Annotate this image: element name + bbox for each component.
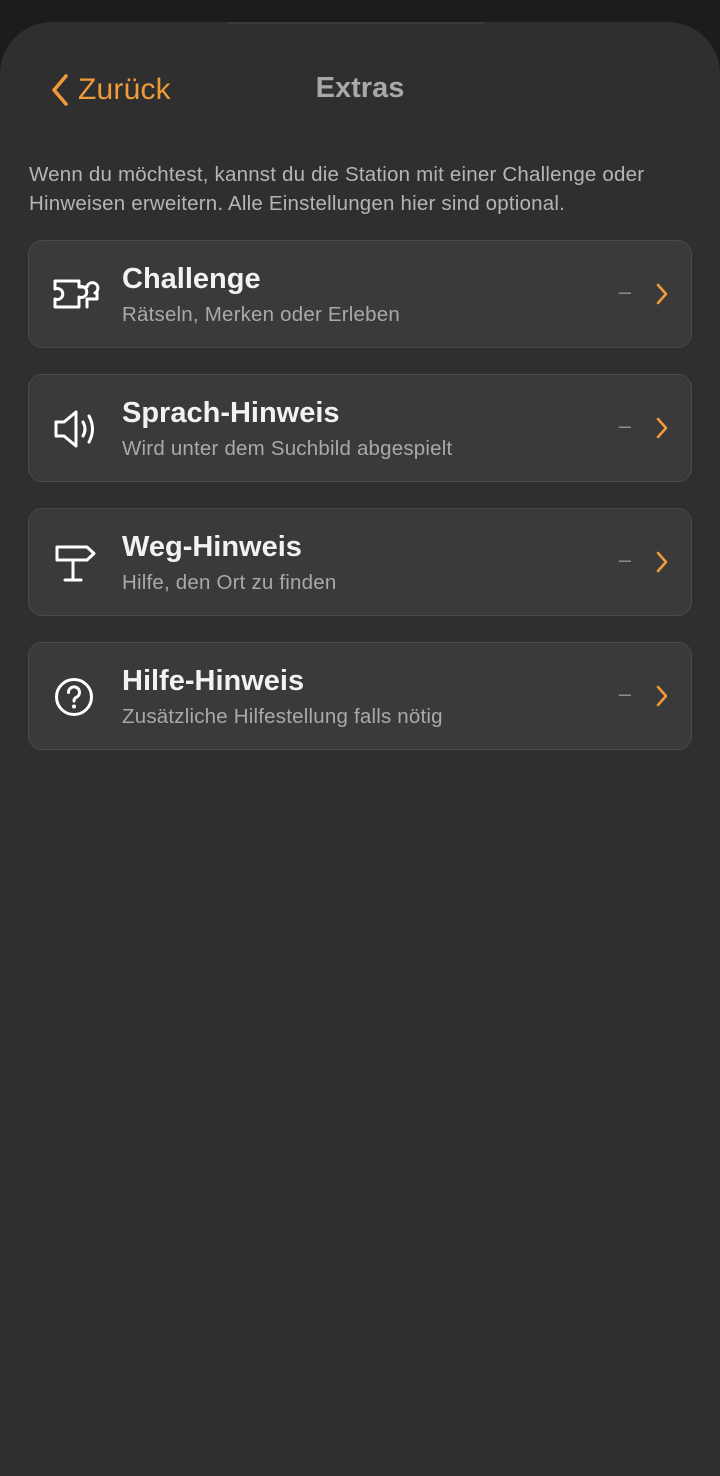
extras-list: Challenge Rätseln, Merken oder Erleben –… <box>28 240 692 776</box>
list-item-title: Weg-Hinweis <box>122 531 302 563</box>
chevron-right-icon <box>655 551 669 573</box>
puzzle-icon <box>51 271 101 319</box>
list-item-subtitle: Zusätzliche Hilfestellung falls nötig <box>122 705 443 728</box>
list-item-hilfe-hinweis[interactable]: Hilfe-Hinweis Zusätzliche Hilfestellung … <box>28 642 692 750</box>
list-item-subtitle: Wird unter dem Suchbild abgespielt <box>122 437 453 460</box>
chevron-right-icon <box>655 417 669 439</box>
list-item-weg-hinweis[interactable]: Weg-Hinweis Hilfe, den Ort zu finden – <box>28 508 692 616</box>
signpost-icon <box>51 539 101 587</box>
speaker-icon <box>51 405 101 453</box>
extras-sheet: Zurück Extras Wenn du möchtest, kannst d… <box>0 22 720 1476</box>
chevron-right-icon <box>655 283 669 305</box>
list-item-value: – <box>618 413 631 438</box>
page-title: Extras <box>315 72 405 104</box>
intro-text: Wenn du möchtest, kannst du die Station … <box>29 163 645 215</box>
list-item-title: Hilfe-Hinweis <box>122 665 305 697</box>
list-item-value: – <box>618 547 631 572</box>
list-item-value: – <box>618 279 631 304</box>
list-item-challenge[interactable]: Challenge Rätseln, Merken oder Erleben – <box>28 240 692 348</box>
question-circle-icon <box>51 673 101 721</box>
chevron-right-icon <box>655 685 669 707</box>
list-item-title: Sprach-Hinweis <box>122 397 340 429</box>
list-item-value: – <box>618 681 631 706</box>
list-item-subtitle: Rätseln, Merken oder Erleben <box>122 303 400 326</box>
list-item-title: Challenge <box>122 263 261 295</box>
list-item-subtitle: Hilfe, den Ort zu finden <box>122 571 337 594</box>
navigation-bar: Zurück Extras <box>0 22 720 142</box>
list-item-sprach-hinweis[interactable]: Sprach-Hinweis Wird unter dem Suchbild a… <box>28 374 692 482</box>
